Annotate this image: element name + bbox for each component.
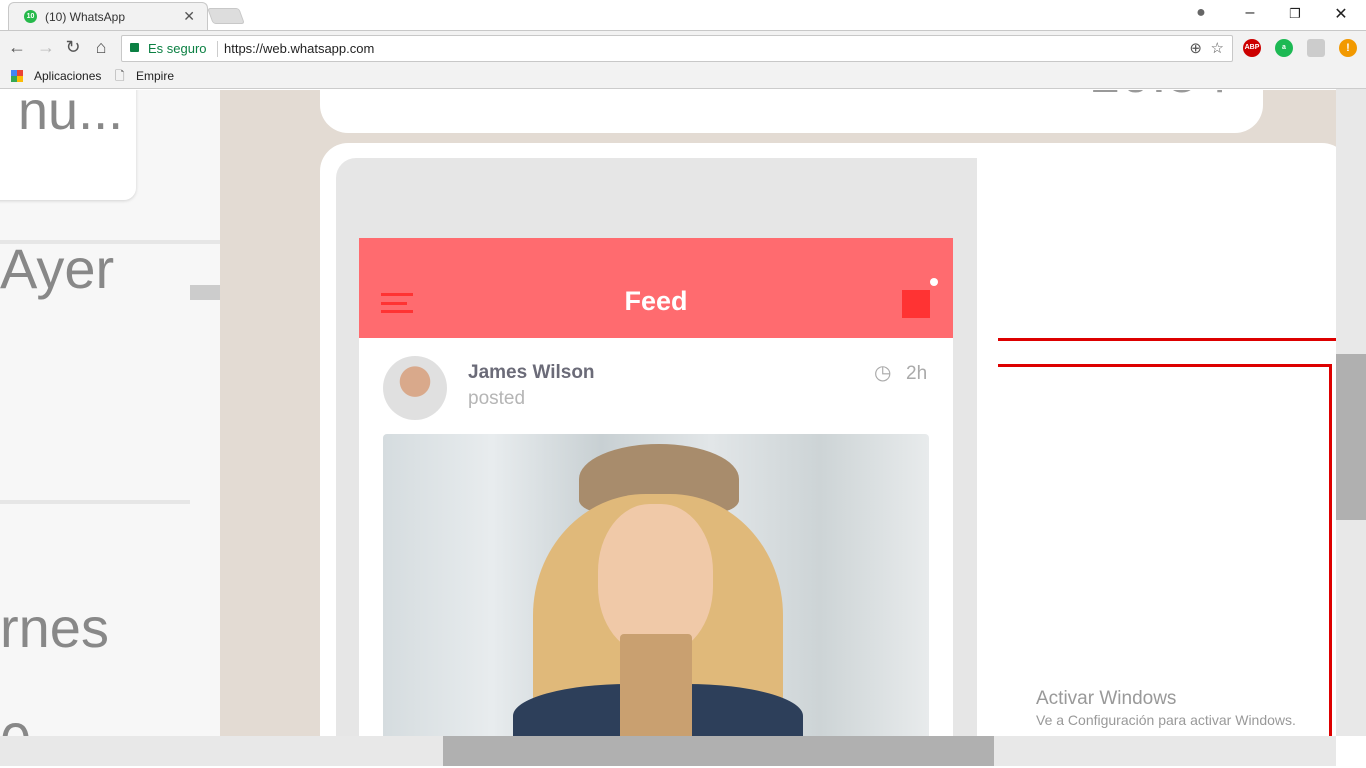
new-tab-button[interactable]: [207, 8, 245, 24]
lock-icon: [130, 43, 139, 52]
tab-close-icon[interactable]: ✕: [183, 8, 195, 25]
chat-snippet: nu...: [18, 90, 124, 141]
windows-activation-watermark: Activar Windows Ve a Configuración para …: [1036, 688, 1296, 728]
post-photo: [383, 434, 929, 736]
adblock-plus-icon[interactable]: ABP: [1243, 39, 1261, 57]
scrollbar-corner: [1336, 736, 1366, 766]
back-button[interactable]: ←: [6, 37, 28, 58]
watermark-title: Activar Windows: [1036, 688, 1177, 709]
face-shape: [598, 504, 713, 654]
vertical-scroll-thumb[interactable]: [1336, 354, 1366, 520]
post-action: posted: [468, 388, 526, 409]
chat-preview-bubble[interactable]: nu...: [0, 90, 136, 200]
reload-button[interactable]: ↻: [62, 37, 84, 58]
whatsapp-content: nu... Ayer rnes 0 10:54 Feed James Wilso…: [0, 90, 1336, 736]
chat-list: nu... Ayer rnes 0: [0, 90, 220, 736]
cube-extension-icon[interactable]: [1307, 39, 1325, 57]
chat-date: 0: [0, 710, 31, 736]
forward-button[interactable]: →: [35, 37, 57, 58]
red-frame: [998, 364, 1332, 736]
image-feed-header: Feed: [359, 238, 953, 338]
bookmark-star-icon[interactable]: ☆: [1211, 39, 1224, 57]
url-text[interactable]: https://web.whatsapp.com: [224, 41, 374, 56]
divider: [0, 500, 190, 504]
divider: [217, 41, 218, 57]
home-button[interactable]: ⌂: [90, 37, 112, 58]
warning-icon[interactable]: !: [1339, 39, 1357, 57]
close-window-button[interactable]: ✕: [1326, 4, 1356, 24]
tab-strip: 10 (10) WhatsApp ✕ ● – ❐ ✕: [0, 0, 1366, 30]
user-name: James Wilson: [468, 362, 595, 383]
profile-icon[interactable]: ●: [1186, 4, 1216, 22]
security-label: Es seguro: [148, 41, 207, 56]
chat-date: Ayer: [0, 237, 115, 300]
image-right-area: [977, 158, 1336, 736]
clock-icon: ◷: [874, 362, 892, 384]
scroll-marker: [190, 285, 220, 300]
message-bubble: 10:54: [320, 90, 1263, 133]
notification-dot: [930, 278, 938, 286]
address-bar[interactable]: Es seguro https://web.whatsapp.com ⊕ ☆: [121, 35, 1233, 62]
chat-date: rnes: [0, 596, 109, 659]
bookmark-apps[interactable]: Aplicaciones: [34, 69, 101, 83]
bookmarks-bar: Aplicaciones 🗋 Empire: [0, 64, 1366, 89]
red-line: [998, 338, 1336, 341]
shopping-bag-icon: [902, 290, 930, 318]
page-icon: 🗋: [115, 69, 125, 83]
zoom-icon[interactable]: ⊕: [1189, 39, 1202, 57]
horizontal-scroll-thumb[interactable]: [443, 736, 994, 766]
feed-title: Feed: [624, 286, 688, 316]
avast-icon[interactable]: a: [1275, 39, 1293, 57]
bookmark-empire[interactable]: Empire: [136, 69, 174, 83]
avatar: [383, 356, 447, 420]
tab-whatsapp[interactable]: 10 (10) WhatsApp ✕: [8, 2, 208, 30]
whatsapp-favicon-icon: 10: [24, 10, 37, 23]
coffee-cup-shape: [620, 634, 692, 736]
message-time: 10:54: [1089, 90, 1229, 105]
restore-button[interactable]: ❐: [1280, 6, 1310, 22]
tab-title: (10) WhatsApp: [45, 10, 126, 24]
minimize-button[interactable]: –: [1235, 4, 1265, 22]
apps-grid-icon: [11, 70, 23, 82]
toolbar: ← → ↻ ⌂ Es seguro https://web.whatsapp.c…: [0, 30, 1366, 64]
vertical-scrollbar[interactable]: [1336, 89, 1366, 736]
horizontal-scrollbar[interactable]: [0, 736, 1336, 766]
time-ago: 2h: [906, 363, 928, 384]
watermark-subtitle: Ve a Configuración para activar Windows.: [1036, 712, 1296, 728]
